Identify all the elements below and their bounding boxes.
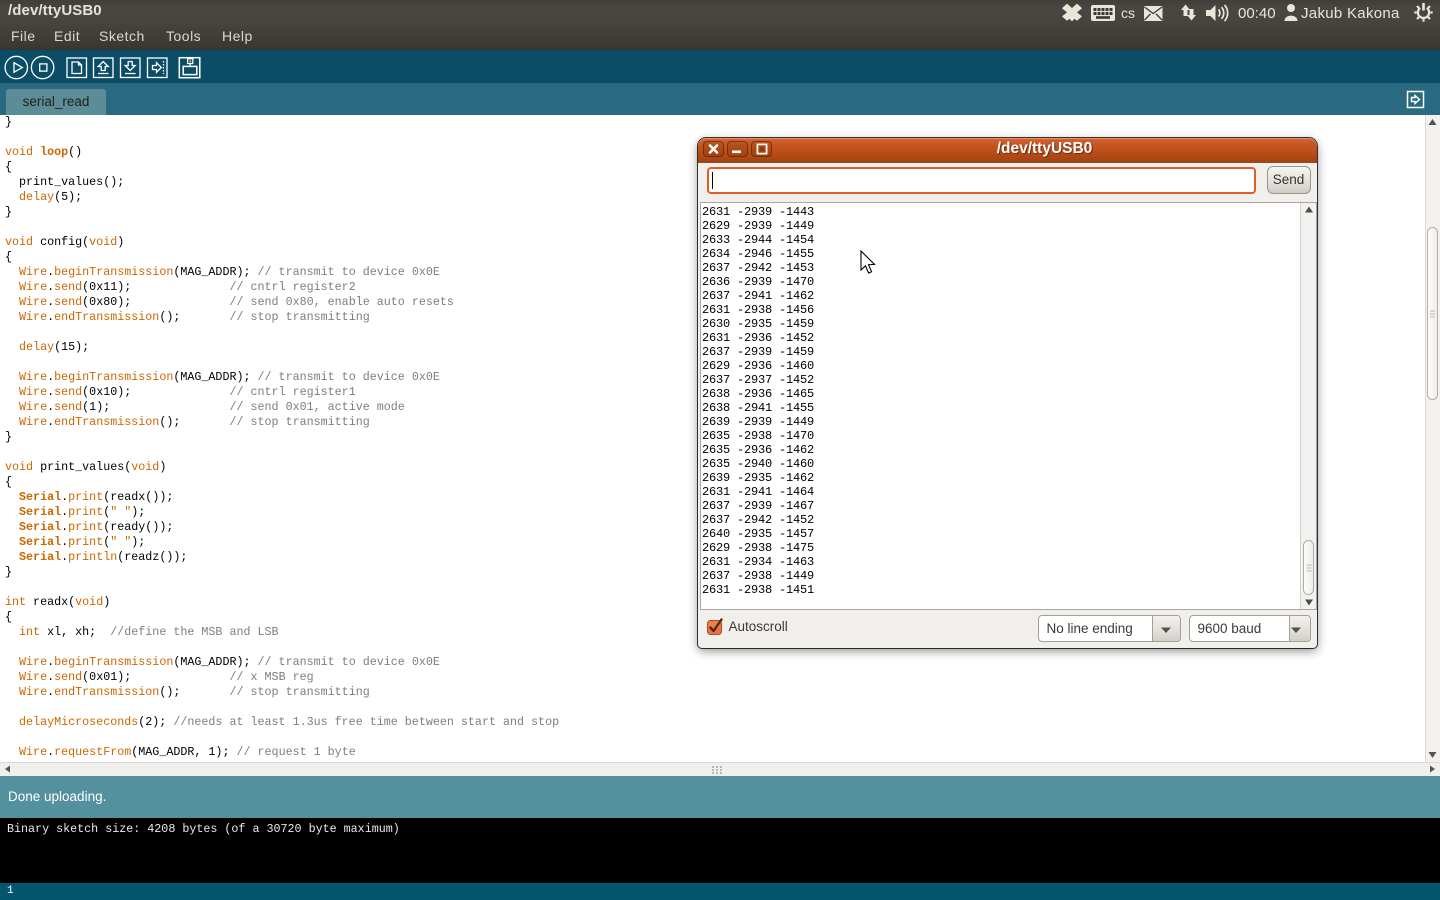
svg-text:Jakub Kakona: Jakub Kakona bbox=[1301, 5, 1400, 22]
svg-text:cs: cs bbox=[1121, 5, 1135, 21]
svg-text:00:40: 00:40 bbox=[1238, 5, 1276, 22]
